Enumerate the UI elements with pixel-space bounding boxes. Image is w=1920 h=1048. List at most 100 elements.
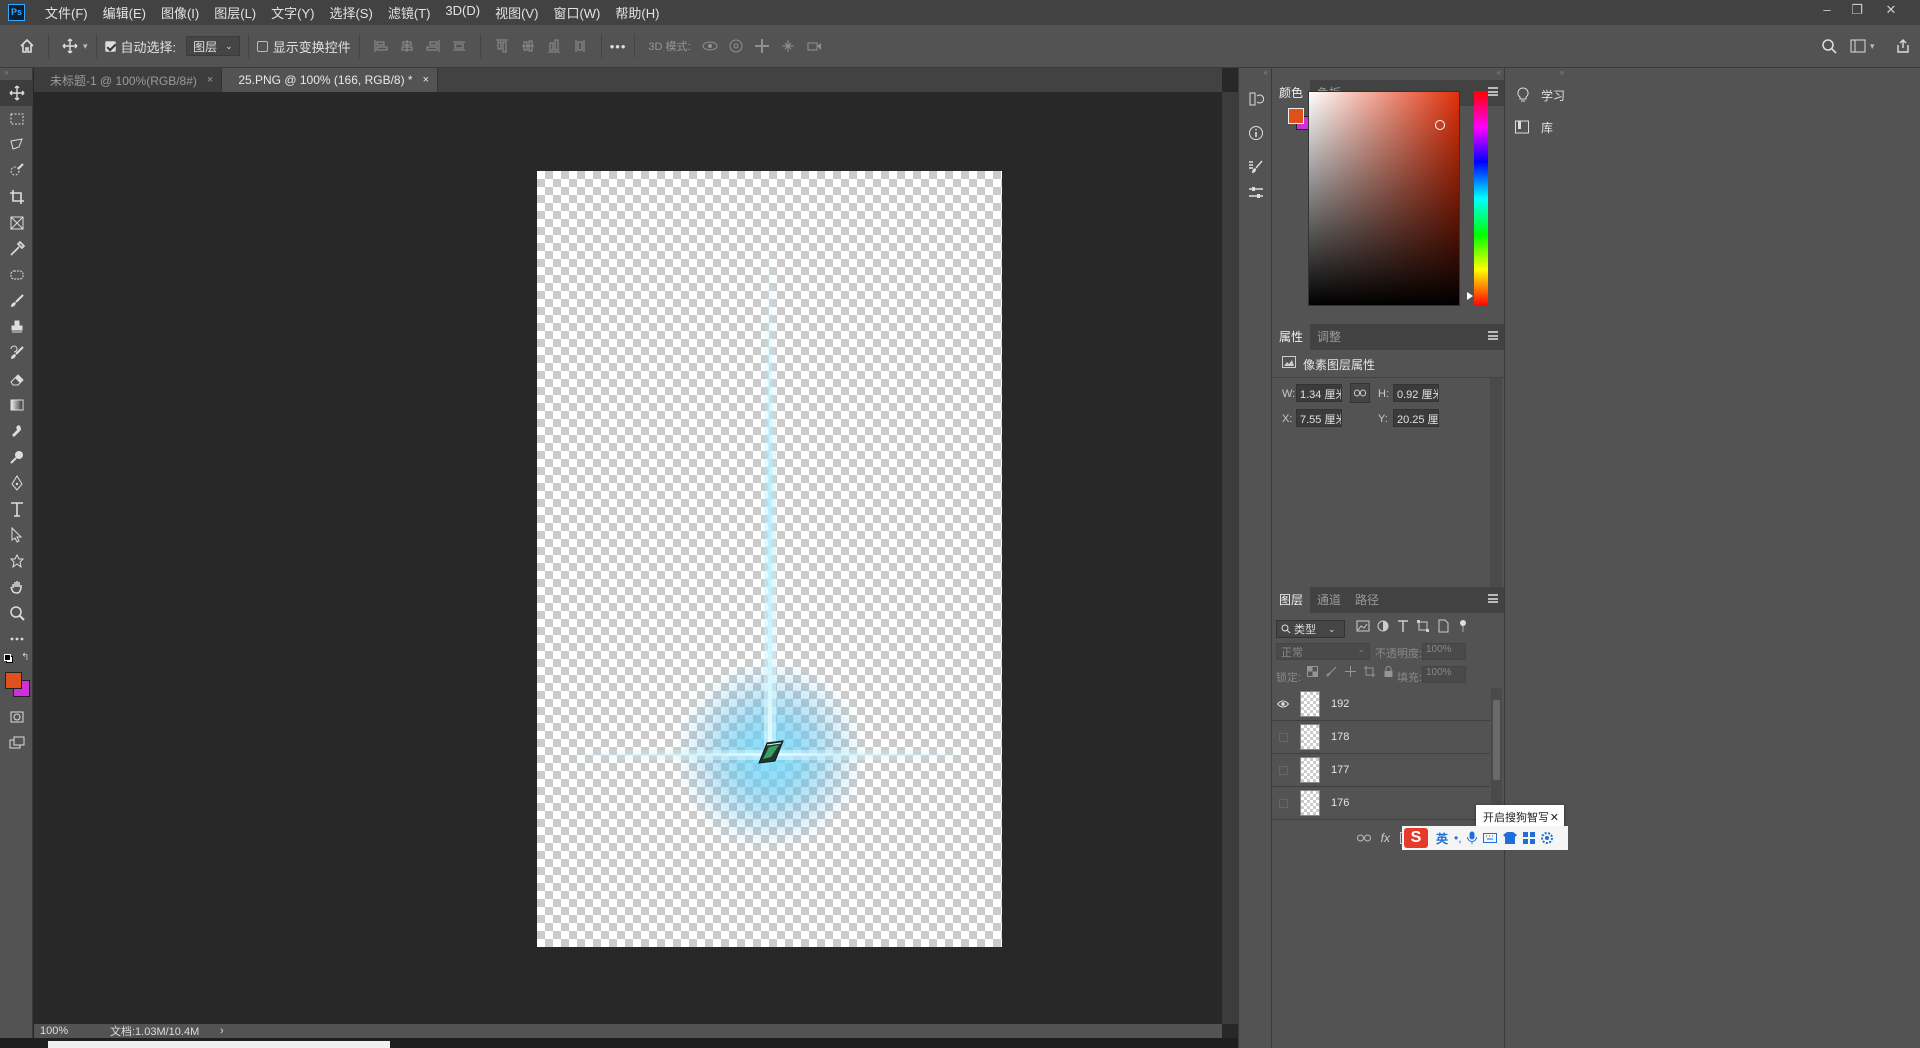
- collapse-dock-icon[interactable]: «: [1239, 68, 1271, 80]
- opacity-field[interactable]: 100%: [1422, 643, 1466, 660]
- menu-help[interactable]: 帮助(H): [615, 3, 659, 22]
- tab-25-png[interactable]: 25.PNG @ 100% (166, RGB/8) * ×: [222, 68, 439, 92]
- tab-color[interactable]: 颜色: [1272, 80, 1311, 106]
- ime-punctuation-icon[interactable]: •,: [1454, 831, 1462, 845]
- collapse-panels-icon[interactable]: «: [1272, 68, 1504, 80]
- panel-menu-icon[interactable]: [1488, 87, 1498, 96]
- distribute-icon[interactable]: [448, 35, 470, 57]
- close-button[interactable]: ✕: [1876, 0, 1906, 22]
- zoom-level[interactable]: 100%: [40, 1025, 100, 1037]
- 3d-pan-icon[interactable]: [751, 35, 773, 57]
- ime-toolbox-icon[interactable]: [1522, 832, 1535, 844]
- brush-settings-icon[interactable]: [1239, 154, 1272, 180]
- layer-name[interactable]: 192: [1331, 698, 1349, 710]
- tab-paths[interactable]: 路径: [1348, 587, 1386, 613]
- align-right-icon[interactable]: [422, 35, 444, 57]
- quick-selection-tool-icon[interactable]: [0, 158, 33, 184]
- history-panel-icon[interactable]: [1239, 86, 1272, 112]
- align-left-icon[interactable]: [370, 35, 392, 57]
- learn-panel-button[interactable]: 学习: [1505, 80, 1920, 110]
- fill-field[interactable]: 100%: [1422, 666, 1466, 683]
- crop-tool-icon[interactable]: [0, 184, 33, 210]
- close-tab-icon[interactable]: ×: [423, 74, 429, 86]
- layer-name[interactable]: 178: [1331, 731, 1349, 743]
- adjustment-presets-icon[interactable]: [1239, 180, 1272, 206]
- filter-shape-icon[interactable]: [1416, 619, 1430, 633]
- filter-pixel-icon[interactable]: [1356, 619, 1370, 633]
- collapse-toolbar-icon[interactable]: »: [0, 68, 32, 80]
- share-icon[interactable]: [1892, 35, 1914, 57]
- visibility-toggle[interactable]: [1272, 721, 1294, 754]
- status-menu-arrow[interactable]: ›: [220, 1025, 224, 1037]
- hue-slider[interactable]: [1474, 91, 1488, 306]
- x-field[interactable]: 7.55 厘米: [1296, 409, 1342, 427]
- workspace-icon[interactable]: [1847, 35, 1869, 57]
- history-brush-tool-icon[interactable]: [0, 340, 33, 366]
- document-canvas[interactable]: [537, 171, 1002, 947]
- tab-untitled-1[interactable]: 未标题-1 @ 100%(RGB/8#) ×: [34, 68, 223, 92]
- hand-tool-icon[interactable]: [0, 574, 33, 600]
- tab-channels[interactable]: 通道: [1310, 587, 1348, 613]
- canvas-area[interactable]: [34, 92, 1222, 1024]
- clone-stamp-tool-icon[interactable]: [0, 314, 33, 340]
- chevron-down-icon[interactable]: ▾: [83, 41, 88, 52]
- layers-scrollbar[interactable]: [1491, 688, 1502, 820]
- 3d-orbit-icon[interactable]: [699, 35, 721, 57]
- search-icon[interactable]: [1818, 35, 1840, 57]
- 3d-scale-icon[interactable]: [803, 35, 825, 57]
- default-colors-icon[interactable]: ↰: [0, 652, 32, 670]
- lock-pixels-icon[interactable]: [1326, 666, 1337, 677]
- path-selection-tool-icon[interactable]: [0, 522, 33, 548]
- ime-tooltip-close-icon[interactable]: ✕: [1550, 811, 1559, 824]
- menu-select[interactable]: 选择(S): [329, 3, 372, 22]
- panel-menu-icon[interactable]: [1488, 594, 1498, 603]
- 3d-slide-icon[interactable]: [777, 35, 799, 57]
- menu-image[interactable]: 图像(I): [161, 3, 199, 22]
- panel-color-swatches[interactable]: [1288, 106, 1310, 130]
- ime-skin-icon[interactable]: [1502, 832, 1517, 844]
- frame-tool-icon[interactable]: [0, 210, 33, 236]
- libraries-panel-button[interactable]: 库: [1505, 112, 1920, 142]
- tab-adjustments[interactable]: 调整: [1310, 324, 1348, 350]
- gradient-tool-icon[interactable]: [0, 392, 33, 418]
- layer-row[interactable]: 177: [1272, 754, 1490, 787]
- home-icon[interactable]: [16, 35, 38, 57]
- color-swatches[interactable]: [0, 670, 32, 704]
- eraser-tool-icon[interactable]: [0, 366, 33, 392]
- lock-artboard-icon[interactable]: [1364, 666, 1375, 677]
- vertical-scrollbar[interactable]: [1222, 92, 1238, 1024]
- eyedropper-tool-icon[interactable]: [0, 236, 33, 262]
- ime-keyboard-icon[interactable]: [1482, 833, 1497, 843]
- restore-button[interactable]: ❐: [1842, 0, 1872, 22]
- visibility-toggle[interactable]: [1272, 754, 1294, 787]
- hue-slider-handle[interactable]: [1467, 292, 1473, 300]
- panel-menu-icon[interactable]: [1488, 331, 1498, 340]
- blend-mode-select[interactable]: 正常 ⌄: [1276, 643, 1370, 660]
- pen-tool-icon[interactable]: [0, 470, 33, 496]
- show-transform-checkbox[interactable]: [256, 40, 268, 52]
- sogou-logo-icon[interactable]: S: [1404, 828, 1428, 848]
- menu-edit[interactable]: 编辑(E): [103, 3, 146, 22]
- blur-tool-icon[interactable]: [0, 418, 33, 444]
- collapse-right-panel-icon[interactable]: »: [1505, 68, 1567, 80]
- move-tool-icon[interactable]: [0, 80, 33, 106]
- panel-foreground-swatch[interactable]: [1288, 108, 1304, 124]
- ime-settings-icon[interactable]: [1540, 832, 1553, 844]
- lock-position-icon[interactable]: [1345, 666, 1356, 677]
- auto-select-target-select[interactable]: 图层 ⌄: [186, 36, 240, 56]
- menu-layer[interactable]: 图层(L): [214, 3, 256, 22]
- layer-row[interactable]: 192: [1272, 688, 1490, 721]
- color-picker-marker[interactable]: [1435, 120, 1445, 130]
- move-tool-preset-icon[interactable]: [59, 35, 81, 57]
- dodge-tool-icon[interactable]: [0, 444, 33, 470]
- workspace-chevron-icon[interactable]: ▾: [1870, 41, 1875, 52]
- spot-healing-tool-icon[interactable]: [0, 262, 33, 288]
- menu-view[interactable]: 视图(V): [495, 3, 538, 22]
- custom-shape-tool-icon[interactable]: [0, 548, 33, 574]
- screen-mode-icon[interactable]: [0, 730, 33, 756]
- width-field[interactable]: 1.34 厘米: [1296, 384, 1342, 402]
- zoom-tool-icon[interactable]: [0, 600, 33, 626]
- edit-toolbar-icon[interactable]: [0, 626, 33, 652]
- layer-name[interactable]: 176: [1331, 797, 1349, 809]
- distribute-vertical-icon[interactable]: [569, 35, 591, 57]
